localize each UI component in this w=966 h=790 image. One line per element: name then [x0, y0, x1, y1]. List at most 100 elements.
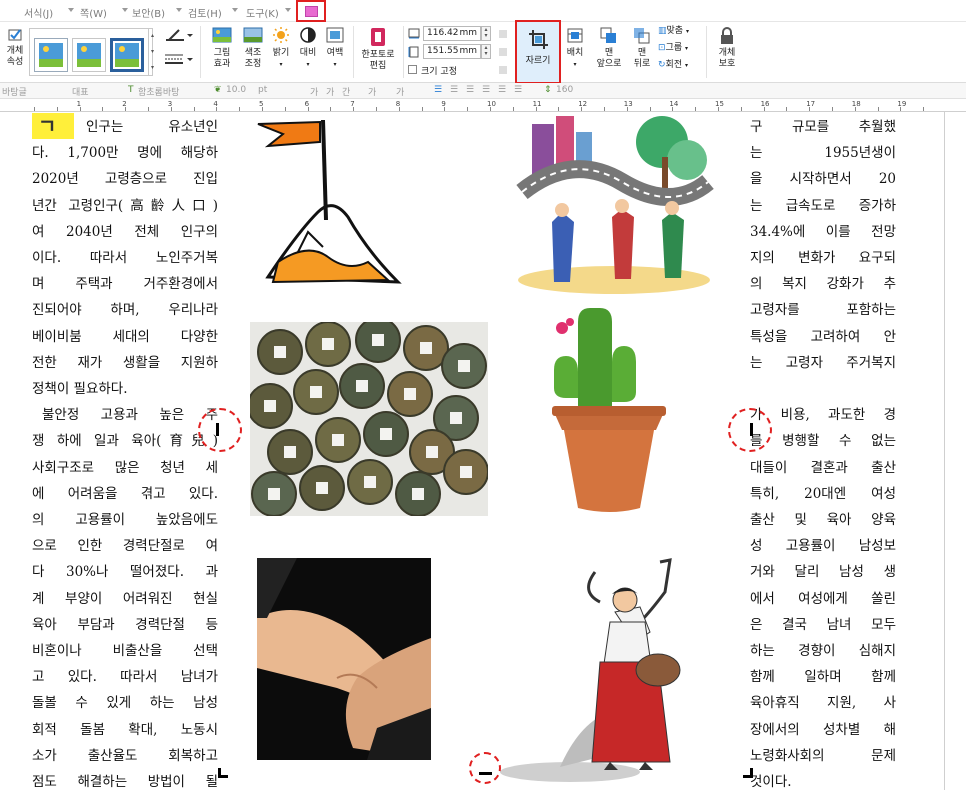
crop-handle-highlight-left — [198, 408, 242, 452]
ruler-tick — [581, 107, 583, 111]
font-select[interactable]: 함초롬바탕 — [138, 85, 179, 98]
crop-corner-bottom-right-h[interactable] — [743, 775, 753, 778]
send-back-button[interactable]: 맨 뒤로 — [626, 26, 658, 70]
coin-hole — [274, 346, 286, 358]
height-icon — [408, 46, 419, 58]
coins-image[interactable] — [250, 322, 488, 516]
align-center-icon[interactable]: ☰ — [466, 85, 474, 95]
ruler-number: 10 — [487, 100, 496, 108]
coin-hole — [458, 360, 470, 372]
fix-size-checkbox[interactable] — [408, 65, 417, 74]
paragraph-select[interactable]: 대표 — [72, 85, 89, 98]
ruler-tick — [307, 107, 309, 111]
ruler-tick — [809, 107, 811, 111]
horizontal-ruler[interactable]: 1 2 3 4 5 6 7 8 9 10 11 12 13 14 15 16 17 18 19 — [0, 99, 966, 112]
gallery-scroll[interactable]: ▴ ▾ ▾ — [148, 28, 156, 76]
crop-handle-right[interactable] — [750, 423, 753, 436]
line-spacing-icon: ⇕ — [544, 85, 552, 95]
contrast-button[interactable]: 대비 ▾ — [295, 26, 321, 70]
arrange-button[interactable]: 배치 ▾ — [562, 26, 588, 70]
crop-handle-left[interactable] — [216, 423, 219, 436]
picture-style-2[interactable] — [72, 38, 106, 72]
menu-review[interactable]: 검토(H) — [188, 5, 222, 20]
send-back-label: 맨 뒤로 — [633, 48, 651, 69]
crop-button[interactable]: 자르기 — [515, 20, 561, 84]
text-line: 가 비용, 과도한 경 — [750, 407, 896, 424]
crop-handle-bottom[interactable] — [479, 772, 492, 775]
picture-style-1[interactable] — [34, 38, 68, 72]
text-line: 이다. 따라서 노인주거복 — [32, 250, 218, 266]
flag-mountain-image[interactable] — [238, 112, 408, 290]
picture-style-gallery[interactable] — [29, 28, 153, 76]
style-select[interactable]: 바탕글 — [2, 85, 27, 98]
margin-icon — [326, 27, 344, 43]
align-label: 맞춤 — [666, 26, 684, 36]
menu-tools[interactable]: 도구(K) — [246, 5, 279, 20]
menu-format[interactable]: 서식(J) — [24, 5, 53, 20]
distribute-icon[interactable]: ☰ — [498, 85, 506, 95]
ruler-tick — [102, 107, 104, 111]
bring-front-button[interactable]: 맨 앞으로 — [592, 26, 626, 70]
text-line: 에서 여성에게 쏠린 — [750, 590, 896, 607]
crop-corner-bottom-left-h[interactable] — [218, 775, 228, 778]
arrange-icon — [567, 28, 583, 43]
people-road-image[interactable] — [512, 112, 716, 294]
text-line: 으로 인한 경력단절로 여 — [32, 538, 218, 555]
text-color-button[interactable]: 가 — [368, 85, 376, 98]
text-line: 출산 및 육아 양육 — [750, 512, 896, 528]
line-style-button[interactable] — [162, 52, 194, 70]
menu-chevron-icon — [176, 8, 182, 12]
split-icon[interactable]: ☰ — [514, 85, 522, 95]
ruler-tick — [284, 107, 286, 111]
format-bar: 바탕글 대표 T 함초롬바탕 ❦ 10.0 pt 가 가 간 가 가 ☰ ☰ ☰… — [0, 83, 966, 99]
cactus-image[interactable] — [540, 302, 678, 522]
menu-page[interactable]: 쪽(W) — [80, 5, 107, 20]
dancer-illustration — [500, 552, 700, 790]
brightness-button[interactable]: 밝기 ▾ — [268, 26, 294, 70]
highlight-button[interactable]: 가 — [396, 85, 404, 98]
text-line: 것이다. — [750, 774, 792, 790]
document-page[interactable]: ㄱ 인구는 유소년인 다. 1,700만 명에 해당하 2020년 고령층으로 진입… — [0, 112, 966, 790]
align-justify-icon[interactable]: ☰ — [434, 85, 442, 95]
align-button[interactable]: ▥맞춤 ▾ — [658, 26, 702, 37]
underline-button[interactable]: 간 — [342, 85, 350, 98]
dancer-image[interactable] — [500, 552, 700, 790]
line-color-button[interactable] — [162, 28, 194, 46]
text-line: 고 있다. 따라서 남녀가 — [32, 669, 218, 686]
ruler-tick — [353, 107, 355, 111]
bold-button[interactable]: 가 — [310, 85, 318, 98]
lock-icon — [721, 27, 733, 44]
bring-front-label: 맨 앞으로 — [596, 48, 622, 69]
width-input[interactable]: 116.42 mm — [423, 26, 481, 41]
menu-security[interactable]: 보안(B) — [132, 5, 165, 20]
rotate-button[interactable]: ↻회전 ▾ — [658, 60, 702, 71]
group-button[interactable]: ⊡그룹 ▾ — [658, 43, 702, 54]
picture-tab[interactable] — [296, 0, 326, 22]
coin-hole — [356, 380, 368, 392]
photo-edit-icon — [371, 28, 385, 46]
handshake-image[interactable] — [257, 558, 431, 760]
font-size-input[interactable]: 10.0 — [226, 85, 246, 95]
picture-style-3[interactable] — [110, 38, 144, 72]
picture-effect-button[interactable]: 그림 효과 — [207, 26, 237, 70]
ruler-tick — [718, 107, 719, 111]
object-properties-button[interactable]: 개체 속성 — [2, 28, 28, 68]
width-spinner[interactable]: ▴ ▾ — [481, 26, 491, 41]
align-left-icon[interactable]: ☰ — [450, 85, 458, 95]
height-spinner[interactable]: ▴ ▾ — [481, 44, 491, 59]
line-spacing-input[interactable]: 160 — [556, 85, 573, 95]
margin-button[interactable]: 여백 ▾ — [322, 26, 348, 70]
height-input[interactable]: 151.55 mm — [423, 44, 481, 59]
ruler-tick — [900, 107, 902, 111]
ruler-number: 18 — [851, 100, 861, 108]
align-right-icon[interactable]: ☰ — [482, 85, 490, 95]
ruler-number: 11 — [532, 100, 542, 108]
height-unit: mm — [459, 46, 477, 56]
photo-edit-button[interactable]: 한포토로 편집 — [356, 26, 400, 72]
contrast-label: 대비 — [299, 48, 317, 58]
ruler-number: 14 — [669, 100, 679, 108]
object-protect-button[interactable]: 개체 보호 — [710, 26, 744, 70]
italic-button[interactable]: 가 — [326, 85, 334, 98]
color-adjust-button[interactable]: 색조 조정 — [238, 26, 268, 70]
photo-edit-label: 한포토로 편집 — [361, 50, 395, 71]
